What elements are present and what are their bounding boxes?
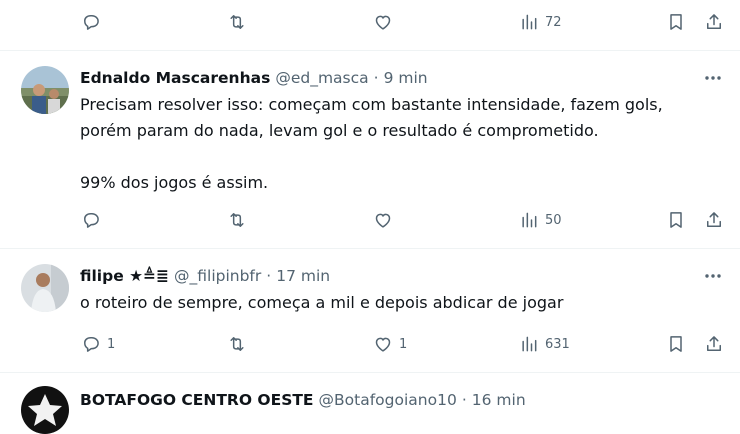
reply-button[interactable]: 1 (81, 322, 115, 366)
bookmark-button[interactable] (666, 198, 686, 242)
share-button[interactable] (704, 0, 724, 44)
share-icon (704, 210, 724, 230)
user-handle[interactable]: @Botafogoiano10 (319, 391, 457, 409)
display-name[interactable]: filipe ★≜≣ (80, 267, 169, 285)
avatar[interactable] (21, 264, 69, 312)
reply-icon (81, 12, 101, 32)
like-button[interactable] (373, 198, 399, 242)
retweet-icon (227, 210, 247, 230)
avatar[interactable] (21, 66, 69, 114)
retweet-icon (227, 12, 247, 32)
avatar[interactable] (21, 386, 69, 434)
tweet-text: o roteiro de sempre, começa a mil e depo… (80, 293, 564, 312)
display-name[interactable]: Ednaldo Mascarenhas (80, 69, 270, 87)
views-button[interactable]: 72 (519, 0, 562, 44)
more-button[interactable] (703, 266, 723, 286)
more-icon (705, 274, 721, 278)
top-tweet-actions: 72 (0, 0, 740, 44)
tweet-actions: 50 (0, 198, 740, 242)
timestamp[interactable]: 17 min (276, 267, 330, 285)
divider (0, 372, 740, 373)
tweet-header: filipe ★≜≣ @_filipinbfr · 17 min (80, 265, 330, 287)
bookmark-icon (666, 334, 686, 354)
timestamp[interactable]: 9 min (384, 69, 428, 87)
tweet-actions: 1 1 631 (0, 322, 740, 366)
retweet-button[interactable] (227, 198, 253, 242)
views-button[interactable]: 631 (519, 322, 570, 366)
heart-icon (373, 334, 393, 354)
tweet-header: BOTAFOGO CENTRO OESTE @Botafogoiano10 · … (80, 389, 526, 411)
like-button[interactable] (373, 0, 399, 44)
divider (0, 248, 740, 249)
views-icon (519, 12, 539, 32)
separator-dot: · (373, 69, 379, 87)
more-icon (705, 76, 721, 80)
heart-icon (373, 210, 393, 230)
views-button[interactable]: 50 (519, 198, 562, 242)
timestamp[interactable]: 16 min (472, 391, 526, 409)
reply-icon (81, 334, 101, 354)
reply-button[interactable] (81, 198, 107, 242)
share-icon (704, 12, 724, 32)
share-button[interactable] (704, 322, 724, 366)
retweet-icon (227, 334, 247, 354)
user-handle[interactable]: @_filipinbfr (174, 267, 261, 285)
share-icon (704, 334, 724, 354)
views-count: 72 (545, 14, 562, 30)
tweet-header: Ednaldo Mascarenhas @ed_masca · 9 min (80, 67, 428, 89)
share-button[interactable] (704, 198, 724, 242)
tweet-text: Precisam resolver isso: começam com bast… (80, 95, 663, 192)
reply-button[interactable] (81, 0, 107, 44)
separator-dot: · (461, 391, 467, 409)
display-name[interactable]: BOTAFOGO CENTRO OESTE (80, 391, 314, 409)
retweet-button[interactable] (227, 0, 253, 44)
views-icon (519, 210, 539, 230)
views-icon (519, 334, 539, 354)
bookmark-button[interactable] (666, 322, 686, 366)
separator-dot: · (266, 267, 272, 285)
retweet-button[interactable] (227, 322, 253, 366)
bookmark-button[interactable] (666, 0, 686, 44)
bookmark-icon (666, 12, 686, 32)
reply-count: 1 (107, 336, 116, 352)
user-handle[interactable]: @ed_masca (275, 69, 368, 87)
more-button[interactable] (703, 68, 723, 88)
divider (0, 50, 740, 51)
views-count: 631 (545, 336, 570, 352)
like-button[interactable]: 1 (373, 322, 407, 366)
reply-icon (81, 210, 101, 230)
views-count: 50 (545, 212, 562, 228)
heart-icon (373, 12, 393, 32)
like-count: 1 (399, 336, 408, 352)
bookmark-icon (666, 210, 686, 230)
